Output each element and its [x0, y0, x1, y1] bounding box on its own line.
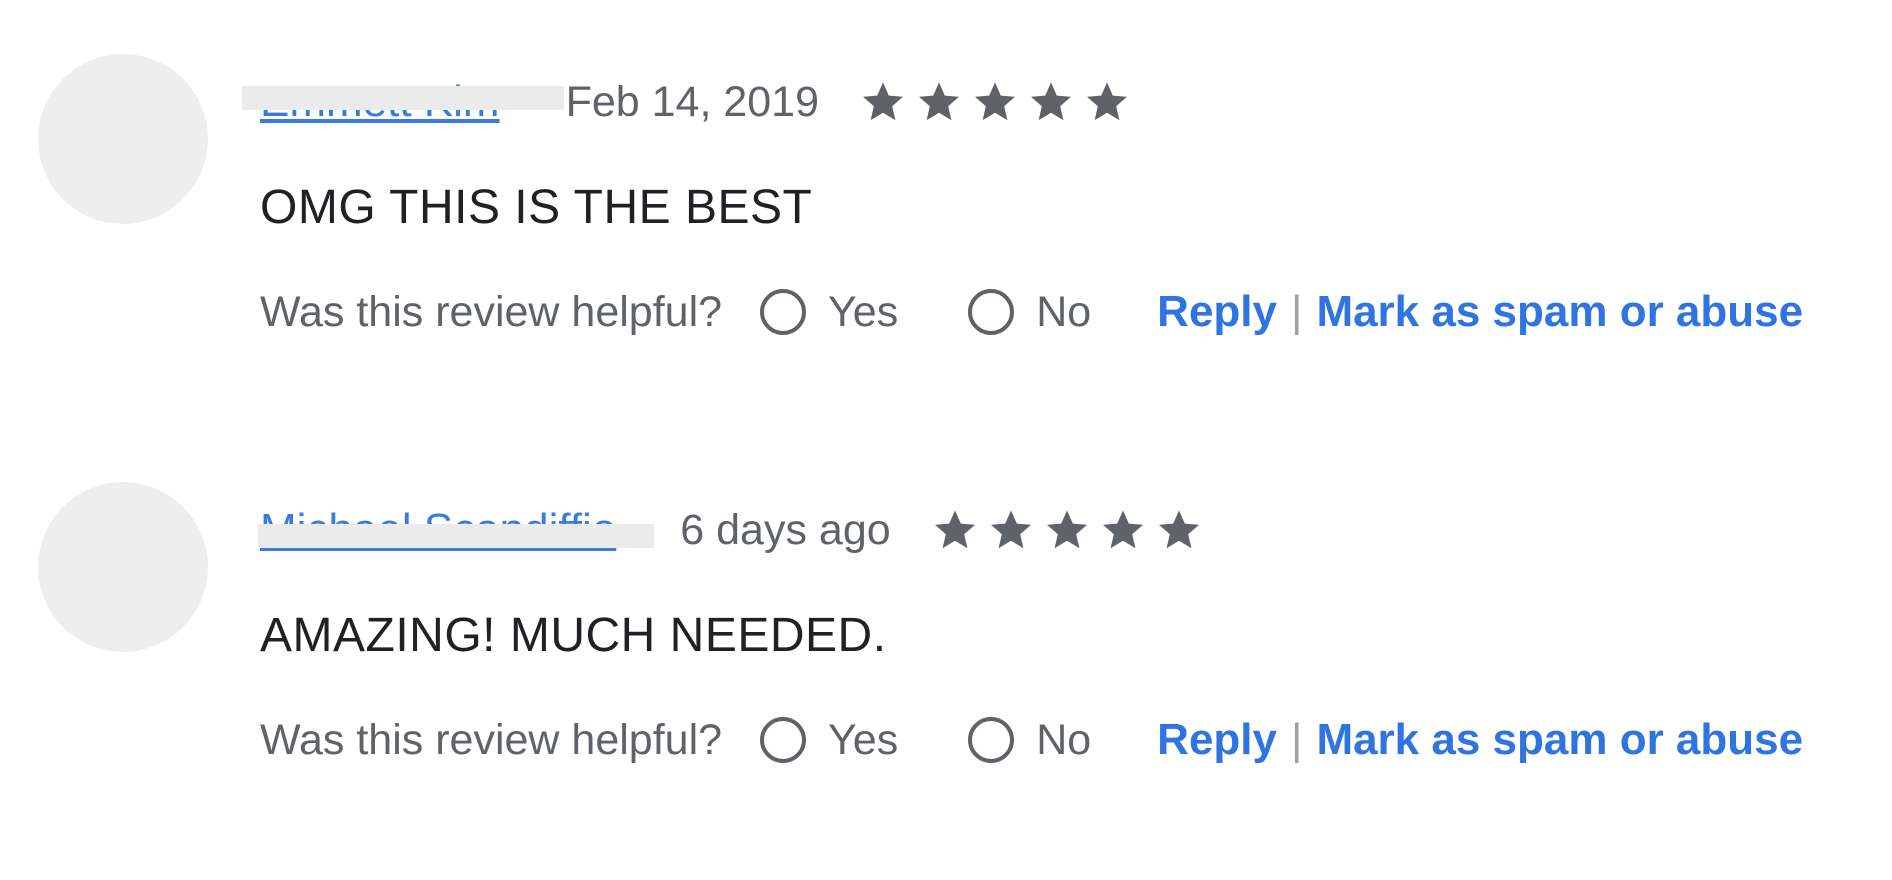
star-rating: [931, 506, 1203, 554]
author-link[interactable]: Michael Scandiffio: [258, 500, 654, 560]
link-separator: |: [1291, 287, 1303, 336]
radio-unchecked-icon[interactable]: [968, 717, 1015, 763]
mark-spam-link[interactable]: Mark as spam or abuse: [1316, 287, 1803, 337]
mark-spam-link[interactable]: Mark as spam or abuse: [1316, 715, 1803, 765]
avatar[interactable]: [38, 54, 208, 224]
no-label[interactable]: No: [1036, 716, 1091, 765]
helpful-no-option[interactable]: No: [968, 716, 1091, 765]
redaction-bar: [242, 86, 564, 110]
yes-label[interactable]: Yes: [828, 716, 898, 765]
review-meta: Michael Scandiffio 6 days ago: [258, 500, 1203, 560]
author-link[interactable]: Emmett Kim: [242, 72, 564, 132]
star-icon: [1155, 506, 1203, 554]
star-icon: [1099, 506, 1147, 554]
review-text: AMAZING! MUCH NEEDED.: [260, 609, 887, 662]
star-icon: [987, 506, 1035, 554]
link-separator: |: [1291, 715, 1303, 764]
star-icon: [1043, 506, 1091, 554]
redaction-bar: [258, 524, 654, 548]
star-icon: [931, 506, 979, 554]
review-date: Feb 14, 2019: [565, 78, 820, 126]
helpful-row: Was this review helpful? Yes No Reply | …: [260, 282, 1803, 342]
helpful-yes-option[interactable]: Yes: [760, 716, 898, 765]
helpful-question: Was this review helpful?: [260, 287, 723, 336]
no-label[interactable]: No: [1036, 288, 1091, 337]
helpful-question: Was this review helpful?: [260, 715, 723, 764]
avatar[interactable]: [38, 482, 208, 652]
reply-link[interactable]: Reply: [1157, 715, 1277, 765]
star-icon: [915, 78, 963, 126]
star-icon: [1083, 78, 1131, 126]
review-meta: Emmett Kim Feb 14, 2019: [242, 72, 1131, 132]
yes-label[interactable]: Yes: [828, 288, 898, 337]
star-rating: [859, 78, 1131, 126]
reply-link[interactable]: Reply: [1157, 287, 1277, 337]
review-text: OMG THIS IS THE BEST: [260, 181, 813, 234]
radio-unchecked-icon[interactable]: [968, 289, 1015, 335]
star-icon: [1027, 78, 1075, 126]
radio-unchecked-icon[interactable]: [760, 717, 807, 763]
star-icon: [971, 78, 1019, 126]
helpful-no-option[interactable]: No: [968, 288, 1091, 337]
helpful-yes-option[interactable]: Yes: [760, 288, 898, 337]
star-icon: [859, 78, 907, 126]
review-date: 6 days ago: [680, 506, 891, 554]
review-item: Michael Scandiffio 6 days ago AMAZING! M…: [0, 428, 1892, 788]
review-item: Emmett Kim Feb 14, 2019 OMG THIS IS THE …: [0, 0, 1892, 360]
radio-unchecked-icon[interactable]: [760, 289, 807, 335]
helpful-row: Was this review helpful? Yes No Reply | …: [260, 710, 1803, 770]
